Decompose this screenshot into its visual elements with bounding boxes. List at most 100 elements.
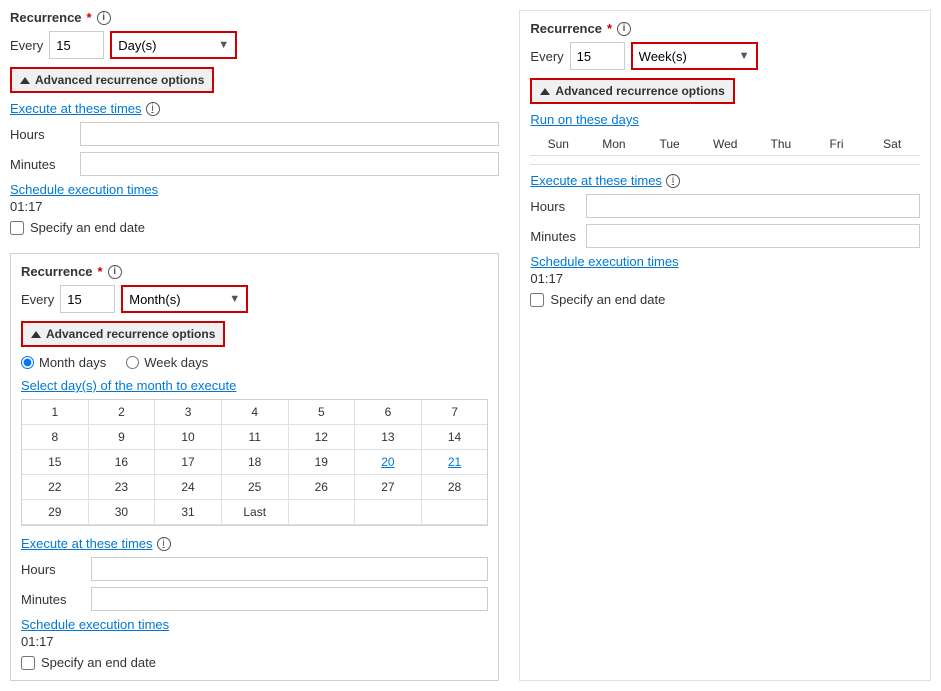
hours-label-day: Hours [10,127,80,142]
run-days-link[interactable]: Run on these days [530,112,920,127]
calendar-cell[interactable]: 21 [422,450,488,475]
required-star-week: * [607,21,612,36]
calendar-cell[interactable]: 18 [222,450,289,475]
calendar-row: 15161718192021 [22,450,487,475]
calendar-cell[interactable]: 1 [22,400,89,425]
day-cell[interactable]: Mon [586,133,642,156]
minutes-row-day: Minutes [10,152,499,176]
advanced-toggle-day[interactable]: Advanced recurrence options [10,67,214,93]
end-date-checkbox-month[interactable] [21,656,35,670]
hours-row-month: Hours [21,557,488,581]
schedule-time-month: 01:17 [21,634,488,649]
schedule-link-week[interactable]: Schedule execution times [530,254,920,269]
info-icon-execute-week[interactable]: i [666,174,680,188]
calendar-cell[interactable]: 13 [355,425,422,450]
calendar-cell[interactable]: 25 [222,475,289,500]
triangle-icon-day [20,77,30,84]
day-cell[interactable]: Sat [864,133,920,156]
chevron-down-icon-day: ▼ [212,39,235,51]
select-days-link[interactable]: Select day(s) of the month to execute [21,378,488,393]
calendar-cell[interactable]: 15 [22,450,89,475]
end-date-row-week: Specify an end date [530,292,920,307]
calendar-cell[interactable]: 6 [355,400,422,425]
calendar-cell[interactable] [355,500,422,525]
info-icon-day[interactable]: i [97,11,111,25]
end-date-label-week: Specify an end date [550,292,665,307]
hours-row-week: Hours [530,194,920,218]
required-star-day: * [87,10,92,25]
calendar-cell[interactable]: 2 [89,400,156,425]
calendar-cell[interactable]: 27 [355,475,422,500]
radio-week-days[interactable]: Week days [126,355,208,370]
calendar-cell[interactable]: 5 [289,400,356,425]
execute-link-day[interactable]: Execute at these times i [10,101,499,116]
period-select-month[interactable]: Day(s) Week(s) Month(s) [123,287,223,311]
chevron-down-icon-month: ▼ [223,293,246,305]
advanced-toggle-month[interactable]: Advanced recurrence options [21,321,225,347]
recurrence-row-day: Every Day(s) Week(s) Month(s) ▼ [10,31,499,59]
calendar-cell[interactable]: 4 [222,400,289,425]
info-icon-execute-month[interactable]: i [157,537,171,551]
minutes-input-day[interactable] [80,152,499,176]
minutes-input-week[interactable] [586,224,920,248]
calendar-cell[interactable]: 16 [89,450,156,475]
execute-link-week[interactable]: Execute at these times i [530,173,920,188]
calendar-cell[interactable]: 12 [289,425,356,450]
calendar-cell[interactable]: 17 [155,450,222,475]
info-icon-execute-day[interactable]: i [146,102,160,116]
day-cell[interactable]: Sun [530,133,586,156]
end-date-checkbox-week[interactable] [530,293,544,307]
calendar-cell[interactable]: 20 [355,450,422,475]
info-icon-month[interactable]: i [108,265,122,279]
end-date-label-month: Specify an end date [41,655,156,670]
calendar-cell[interactable]: 11 [222,425,289,450]
advanced-toggle-week[interactable]: Advanced recurrence options [530,78,734,104]
month-section: Recurrence * i Every Day(s) Week(s) Mont… [10,253,499,681]
day-cell[interactable]: Fri [809,133,865,156]
calendar-cell[interactable]: 8 [22,425,89,450]
day-cell[interactable]: Thu [753,133,809,156]
hours-input-month[interactable] [91,557,488,581]
calendar-cell[interactable]: 3 [155,400,222,425]
period-select-wrapper-month[interactable]: Day(s) Week(s) Month(s) ▼ [121,285,248,313]
minutes-label-week: Minutes [530,229,585,244]
every-input-day[interactable] [49,31,104,59]
schedule-time-week: 01:17 [530,271,920,286]
calendar-cell[interactable]: 19 [289,450,356,475]
hours-input-day[interactable] [80,122,499,146]
days-row: SunMonTueWedThuFriSat [530,133,920,156]
every-label-day: Every [10,38,43,53]
period-select-week[interactable]: Day(s) Week(s) Month(s) [633,44,733,68]
calendar-cell[interactable] [422,500,488,525]
end-date-checkbox-day[interactable] [10,221,24,235]
calendar-cell[interactable]: 23 [89,475,156,500]
calendar-cell[interactable]: 26 [289,475,356,500]
calendar-cell[interactable]: 14 [422,425,488,450]
radio-month-days[interactable]: Month days [21,355,106,370]
minutes-input-month[interactable] [91,587,488,611]
calendar-cell[interactable]: 10 [155,425,222,450]
schedule-link-day[interactable]: Schedule execution times [10,182,499,197]
calendar-cell[interactable]: 28 [422,475,488,500]
period-select-wrapper-day[interactable]: Day(s) Week(s) Month(s) ▼ [110,31,237,59]
schedule-link-month[interactable]: Schedule execution times [21,617,488,632]
calendar-grid: 1234567891011121314151617181920212223242… [21,399,488,526]
period-select-day[interactable]: Day(s) Week(s) Month(s) [112,33,212,57]
calendar-cell[interactable] [289,500,356,525]
calendar-cell[interactable]: 9 [89,425,156,450]
calendar-cell[interactable]: Last [222,500,289,525]
every-input-week[interactable] [570,42,625,70]
calendar-cell[interactable]: 29 [22,500,89,525]
period-select-wrapper-week[interactable]: Day(s) Week(s) Month(s) ▼ [631,42,758,70]
hours-input-week[interactable] [586,194,920,218]
day-cell[interactable]: Tue [642,133,698,156]
calendar-cell[interactable]: 31 [155,500,222,525]
day-cell[interactable]: Wed [697,133,753,156]
calendar-cell[interactable]: 22 [22,475,89,500]
every-input-month[interactable] [60,285,115,313]
calendar-cell[interactable]: 30 [89,500,156,525]
calendar-cell[interactable]: 7 [422,400,488,425]
execute-link-month[interactable]: Execute at these times i [21,536,488,551]
info-icon-week[interactable]: i [617,22,631,36]
calendar-cell[interactable]: 24 [155,475,222,500]
